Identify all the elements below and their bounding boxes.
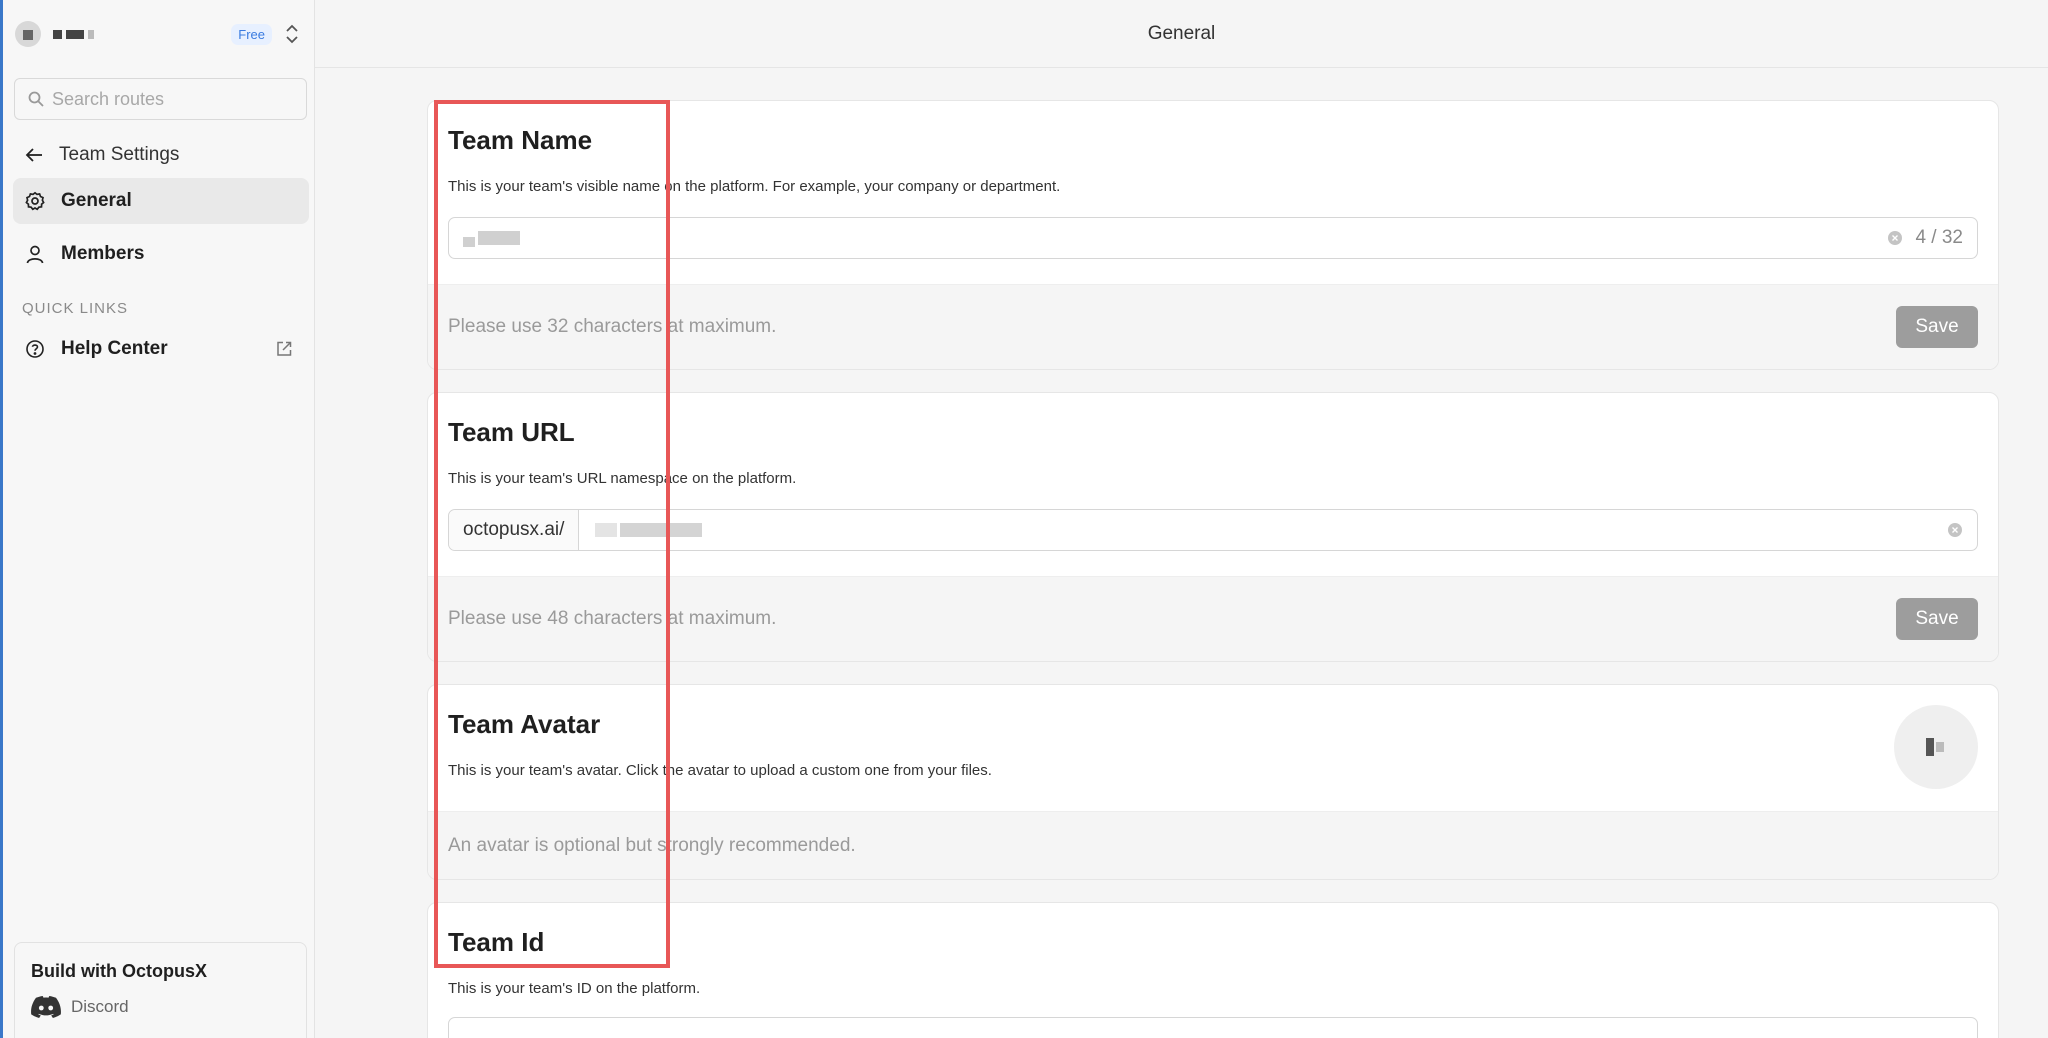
clear-icon[interactable] (1887, 230, 1903, 246)
team-url-hint: Please use 48 characters at maximum. (448, 608, 777, 629)
team-id-description: This is your team's ID on the platform. (448, 980, 701, 997)
search-input[interactable] (52, 88, 292, 110)
sidebar-item-label: Help Center (61, 338, 168, 359)
character-counter: 4 / 32 (1915, 227, 1963, 248)
search-routes[interactable] (14, 78, 307, 120)
team-name-title: Team Name (448, 125, 593, 155)
team-url-value-redacted (595, 523, 703, 537)
team-id-title: Team Id (448, 927, 545, 957)
workspace-avatar (15, 21, 41, 47)
team-url-description: This is your team's URL namespace on the… (448, 470, 797, 487)
team-url-card: Team URL This is your team's URL namespa… (427, 392, 1999, 662)
team-url-input[interactable]: octopusx.ai/ (448, 509, 1978, 551)
team-avatar-card: Team Avatar This is your team's avatar. … (427, 684, 1999, 880)
clear-icon[interactable] (1947, 522, 1963, 538)
save-button[interactable]: Save (1896, 306, 1978, 348)
discord-icon (31, 996, 61, 1018)
team-id-input[interactable] (448, 1017, 1978, 1038)
team-name-footer: Please use 32 characters at maximum. Sav… (428, 284, 1998, 369)
plan-badge: Free (231, 23, 272, 45)
workspace-name-redacted (53, 29, 94, 39)
team-url-title: Team URL (448, 417, 575, 447)
quick-links-heading: QUICK LINKS (22, 300, 129, 317)
url-prefix: octopusx.ai/ (449, 510, 580, 550)
team-name-card: Team Name This is your team's visible na… (427, 100, 1999, 370)
team-name-input[interactable]: 4 / 32 (448, 217, 1978, 259)
sidebar-item-help-center[interactable]: Help Center (13, 326, 309, 372)
team-avatar-upload[interactable] (1894, 705, 1978, 789)
sidebar-item-members[interactable]: Members (13, 231, 309, 277)
page-title: General (1147, 22, 1216, 44)
build-with-card: Build with OctopusX Discord (14, 942, 307, 1038)
team-url-footer: Please use 48 characters at maximum. Sav… (428, 576, 1998, 661)
team-avatar-description: This is your team's avatar. Click the av… (448, 762, 992, 779)
discord-label: Discord (71, 997, 129, 1016)
sidebar: Free Team Settings General (0, 0, 315, 1038)
chevron-up-down-icon[interactable] (284, 24, 300, 44)
team-id-card: Team Id This is your team's ID on the pl… (427, 902, 1999, 1038)
team-avatar-title: Team Avatar (448, 709, 601, 739)
team-name-value-redacted (463, 229, 520, 247)
gear-icon (25, 191, 45, 211)
sidebar-item-general[interactable]: General (13, 178, 309, 224)
back-label: Team Settings (59, 144, 180, 165)
workspace-switcher[interactable]: Free (3, 0, 314, 68)
external-link-icon (277, 341, 292, 356)
team-name-hint: Please use 32 characters at maximum. (448, 316, 777, 337)
app-root: Free Team Settings General (0, 0, 2048, 1038)
team-avatar-footer: An avatar is optional but strongly recom… (428, 811, 1998, 879)
build-title: Build with OctopusX (31, 961, 207, 981)
help-circle-icon (26, 340, 44, 358)
main-content: General Team Name This is your team's vi… (315, 0, 2048, 1038)
user-icon (26, 245, 44, 264)
save-button[interactable]: Save (1896, 598, 1978, 640)
arrow-left-icon (25, 148, 42, 162)
sidebar-item-label: Members (61, 243, 145, 264)
team-avatar-hint: An avatar is optional but strongly recom… (448, 834, 856, 856)
team-name-description: This is your team's visible name on the … (448, 178, 1061, 195)
sidebar-item-label: General (61, 190, 132, 211)
discord-link[interactable]: Discord (31, 996, 306, 1018)
search-icon (28, 91, 44, 107)
page-header: General (315, 0, 2048, 68)
back-to-team-settings[interactable]: Team Settings (25, 141, 179, 169)
